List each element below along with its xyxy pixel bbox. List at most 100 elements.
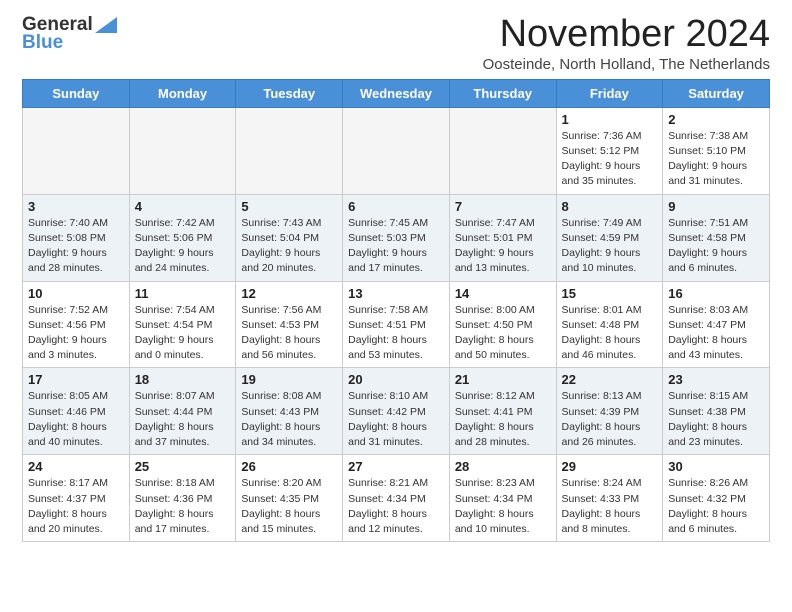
day-number: 30	[668, 459, 764, 474]
day-info: Sunrise: 7:45 AM Sunset: 5:03 PM Dayligh…	[348, 216, 444, 277]
day-info: Sunrise: 8:21 AM Sunset: 4:34 PM Dayligh…	[348, 476, 444, 537]
header: General Blue November 2024 Oosteinde, No…	[0, 0, 792, 79]
day-number: 20	[348, 372, 444, 387]
table-row: 26Sunrise: 8:20 AM Sunset: 4:35 PM Dayli…	[236, 455, 343, 542]
table-row: 19 Sunrise: 8:08 AM Sunset: 4:43 PM Dayli…	[236, 368, 343, 455]
table-row: 2 Sunrise: 7:38 AM Sunset: 5:10 PM Daylig…	[663, 107, 770, 194]
calendar-week-row: 17 Sunrise: 8:05 AM Sunset: 4:46 PM Dayli…	[23, 368, 770, 455]
table-row: 30Sunrise: 8:26 AM Sunset: 4:32 PM Dayli…	[663, 455, 770, 542]
day-number: 9	[668, 199, 764, 214]
header-sunday: Sunday	[23, 79, 130, 107]
header-tuesday: Tuesday	[236, 79, 343, 107]
day-info: Sunrise: 7:47 AM Sunset: 5:01 PM Dayligh…	[455, 216, 551, 277]
calendar-table: Sunday Monday Tuesday Wednesday Thursday…	[22, 79, 770, 542]
day-number: 7	[455, 199, 551, 214]
month-title: November 2024	[483, 14, 770, 56]
table-row: 14 Sunrise: 8:00 AM Sunset: 4:50 PM Dayli…	[449, 281, 556, 368]
header-friday: Friday	[556, 79, 663, 107]
day-number: 29	[562, 459, 658, 474]
header-wednesday: Wednesday	[343, 79, 450, 107]
day-info: Sunrise: 8:01 AM Sunset: 4:48 PM Dayligh…	[562, 303, 658, 364]
table-row: 18 Sunrise: 8:07 AM Sunset: 4:44 PM Dayli…	[129, 368, 236, 455]
day-number: 11	[135, 286, 231, 301]
day-number: 6	[348, 199, 444, 214]
day-info: Sunrise: 8:23 AM Sunset: 4:34 PM Dayligh…	[455, 476, 551, 537]
day-info: Sunrise: 7:36 AM Sunset: 5:12 PM Dayligh…	[562, 129, 658, 190]
table-row: 27Sunrise: 8:21 AM Sunset: 4:34 PM Dayli…	[343, 455, 450, 542]
table-row	[449, 107, 556, 194]
day-number: 19	[241, 372, 337, 387]
day-info: Sunrise: 8:10 AM Sunset: 4:42 PM Dayligh…	[348, 389, 444, 450]
day-number: 25	[135, 459, 231, 474]
table-row	[236, 107, 343, 194]
day-info: Sunrise: 7:38 AM Sunset: 5:10 PM Dayligh…	[668, 129, 764, 190]
day-number: 1	[562, 112, 658, 127]
day-info: Sunrise: 8:05 AM Sunset: 4:46 PM Dayligh…	[28, 389, 124, 450]
location-title: Oosteinde, North Holland, The Netherland…	[483, 56, 770, 73]
day-info: Sunrise: 8:15 AM Sunset: 4:38 PM Dayligh…	[668, 389, 764, 450]
day-number: 13	[348, 286, 444, 301]
day-info: Sunrise: 7:56 AM Sunset: 4:53 PM Dayligh…	[241, 303, 337, 364]
header-saturday: Saturday	[663, 79, 770, 107]
table-row: 3Sunrise: 7:40 AM Sunset: 5:08 PM Daylig…	[23, 194, 130, 281]
logo-blue-text: Blue	[22, 32, 63, 54]
calendar-week-row: 1 Sunrise: 7:36 AM Sunset: 5:12 PM Daylig…	[23, 107, 770, 194]
table-row: 29 Sunrise: 8:24 AM Sunset: 4:33 PM Dayli…	[556, 455, 663, 542]
table-row: 7 Sunrise: 7:47 AM Sunset: 5:01 PM Daylig…	[449, 194, 556, 281]
day-info: Sunrise: 8:08 AM Sunset: 4:43 PM Dayligh…	[241, 389, 337, 450]
day-number: 16	[668, 286, 764, 301]
day-number: 21	[455, 372, 551, 387]
day-header-row: Sunday Monday Tuesday Wednesday Thursday…	[23, 79, 770, 107]
day-info: Sunrise: 8:17 AM Sunset: 4:37 PM Dayligh…	[28, 476, 124, 537]
table-row: 15 Sunrise: 8:01 AM Sunset: 4:48 PM Dayli…	[556, 281, 663, 368]
header-thursday: Thursday	[449, 79, 556, 107]
calendar-week-row: 3Sunrise: 7:40 AM Sunset: 5:08 PM Daylig…	[23, 194, 770, 281]
day-number: 24	[28, 459, 124, 474]
table-row: 16 Sunrise: 8:03 AM Sunset: 4:47 PM Dayli…	[663, 281, 770, 368]
day-info: Sunrise: 8:24 AM Sunset: 4:33 PM Dayligh…	[562, 476, 658, 537]
table-row: 9 Sunrise: 7:51 AM Sunset: 4:58 PM Daylig…	[663, 194, 770, 281]
table-row: 1 Sunrise: 7:36 AM Sunset: 5:12 PM Daylig…	[556, 107, 663, 194]
table-row: 17 Sunrise: 8:05 AM Sunset: 4:46 PM Dayli…	[23, 368, 130, 455]
table-row: 21 Sunrise: 8:12 AM Sunset: 4:41 PM Dayli…	[449, 368, 556, 455]
logo: General Blue	[22, 14, 119, 54]
day-info: Sunrise: 8:07 AM Sunset: 4:44 PM Dayligh…	[135, 389, 231, 450]
day-info: Sunrise: 7:54 AM Sunset: 4:54 PM Dayligh…	[135, 303, 231, 364]
day-info: Sunrise: 8:12 AM Sunset: 4:41 PM Dayligh…	[455, 389, 551, 450]
table-row: 4Sunrise: 7:42 AM Sunset: 5:06 PM Daylig…	[129, 194, 236, 281]
day-number: 10	[28, 286, 124, 301]
day-number: 18	[135, 372, 231, 387]
day-info: Sunrise: 8:00 AM Sunset: 4:50 PM Dayligh…	[455, 303, 551, 364]
day-number: 17	[28, 372, 124, 387]
table-row: 28Sunrise: 8:23 AM Sunset: 4:34 PM Dayli…	[449, 455, 556, 542]
table-row	[343, 107, 450, 194]
day-info: Sunrise: 8:18 AM Sunset: 4:36 PM Dayligh…	[135, 476, 231, 537]
day-number: 2	[668, 112, 764, 127]
calendar-week-row: 24 Sunrise: 8:17 AM Sunset: 4:37 PM Dayli…	[23, 455, 770, 542]
table-row: 13Sunrise: 7:58 AM Sunset: 4:51 PM Dayli…	[343, 281, 450, 368]
day-number: 12	[241, 286, 337, 301]
table-row: 22Sunrise: 8:13 AM Sunset: 4:39 PM Dayli…	[556, 368, 663, 455]
day-number: 14	[455, 286, 551, 301]
day-number: 15	[562, 286, 658, 301]
table-row	[23, 107, 130, 194]
day-info: Sunrise: 7:40 AM Sunset: 5:08 PM Dayligh…	[28, 216, 124, 277]
table-row: 10Sunrise: 7:52 AM Sunset: 4:56 PM Dayli…	[23, 281, 130, 368]
day-info: Sunrise: 7:43 AM Sunset: 5:04 PM Dayligh…	[241, 216, 337, 277]
table-row: 24 Sunrise: 8:17 AM Sunset: 4:37 PM Dayli…	[23, 455, 130, 542]
day-number: 26	[241, 459, 337, 474]
day-number: 23	[668, 372, 764, 387]
table-row: 8 Sunrise: 7:49 AM Sunset: 4:59 PM Daylig…	[556, 194, 663, 281]
table-row: 11 Sunrise: 7:54 AM Sunset: 4:54 PM Dayli…	[129, 281, 236, 368]
table-row: 12 Sunrise: 7:56 AM Sunset: 4:53 PM Dayli…	[236, 281, 343, 368]
day-info: Sunrise: 7:49 AM Sunset: 4:59 PM Dayligh…	[562, 216, 658, 277]
day-number: 22	[562, 372, 658, 387]
calendar-wrapper: Sunday Monday Tuesday Wednesday Thursday…	[0, 79, 792, 556]
day-number: 8	[562, 199, 658, 214]
title-section: November 2024 Oosteinde, North Holland, …	[483, 14, 770, 73]
day-info: Sunrise: 7:51 AM Sunset: 4:58 PM Dayligh…	[668, 216, 764, 277]
day-number: 4	[135, 199, 231, 214]
header-monday: Monday	[129, 79, 236, 107]
table-row: 25 Sunrise: 8:18 AM Sunset: 4:36 PM Dayli…	[129, 455, 236, 542]
day-info: Sunrise: 8:03 AM Sunset: 4:47 PM Dayligh…	[668, 303, 764, 364]
